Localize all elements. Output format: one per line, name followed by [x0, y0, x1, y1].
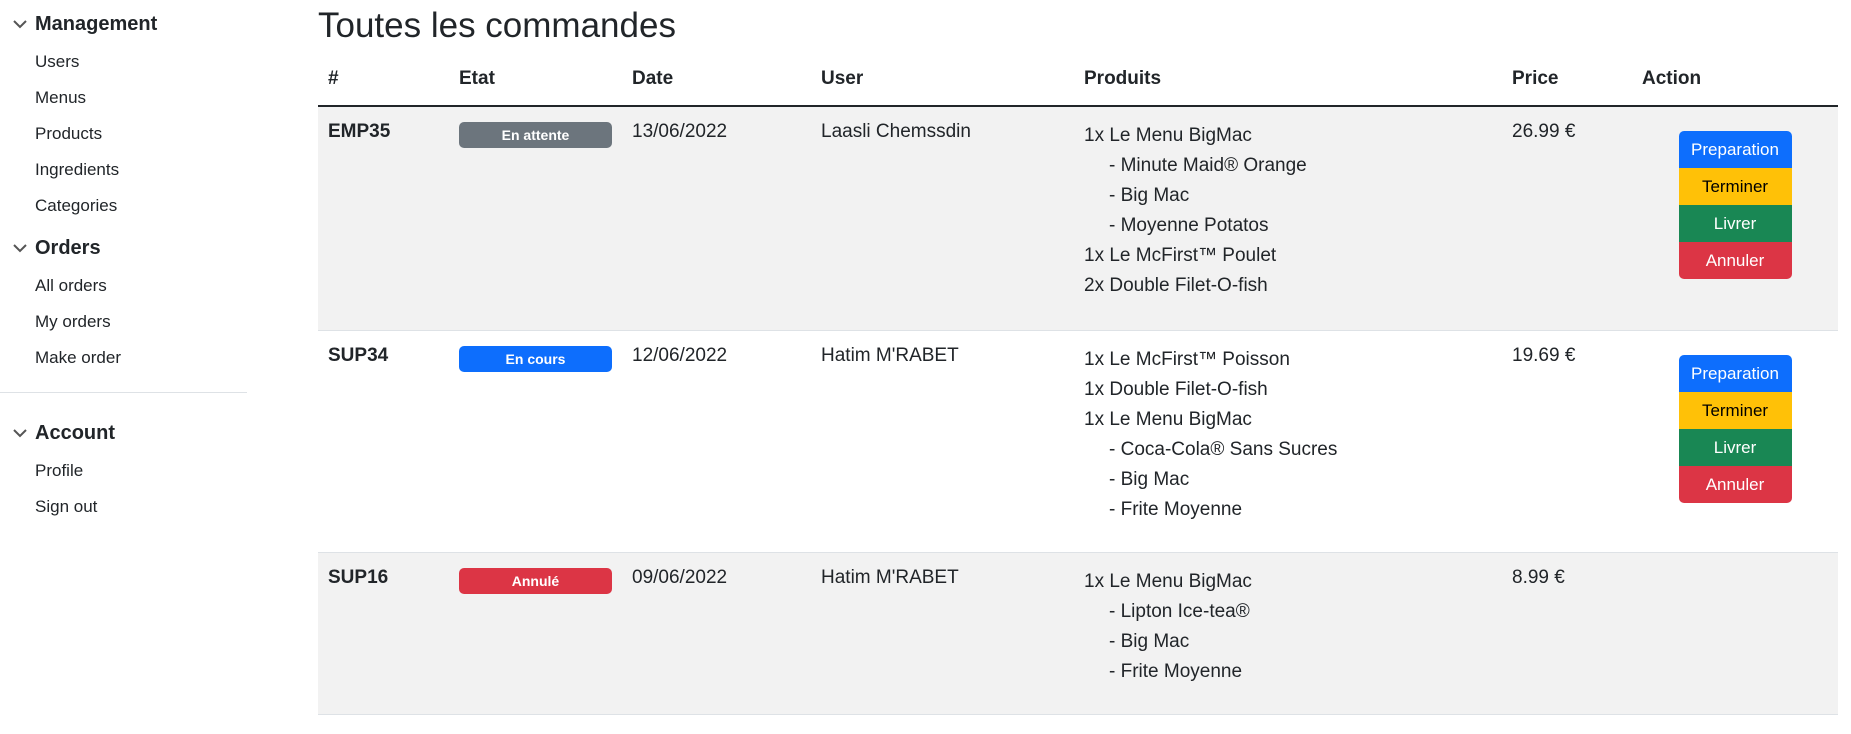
page-title: Toutes les commandes: [318, 6, 676, 45]
product-subline: - Big Mac: [1109, 468, 1190, 490]
preparation-button[interactable]: Preparation: [1678, 131, 1792, 168]
order-products: 1x Le Menu BigMac - Minute Maid® Orange …: [1074, 106, 1502, 331]
status-badge: Annulé: [459, 567, 612, 594]
sidebar-item-menus[interactable]: Menus: [0, 80, 248, 116]
column-header-products: Produits: [1074, 52, 1502, 107]
livrer-button[interactable]: Livrer: [1678, 428, 1792, 466]
order-date: 13/06/2022: [622, 106, 811, 331]
sidebar-item-ingredients[interactable]: Ingredients: [0, 152, 248, 188]
action-button-group: Preparation Terminer Livrer Annuler: [1642, 345, 1828, 503]
order-actions: Preparation Terminer Livrer Annuler: [1632, 330, 1838, 553]
order-user: Hatim M'RABET: [811, 552, 1074, 715]
product-subline: - Big Mac: [1109, 630, 1190, 652]
column-header-action: Action: [1632, 52, 1838, 107]
column-header-price: Price: [1502, 52, 1632, 107]
sidebar-item-profile[interactable]: Profile: [0, 453, 248, 489]
table-header-row: # Etat Date User Produits Price Action: [318, 52, 1838, 107]
order-products: 1x Le Menu BigMac - Lipton Ice-tea® - Bi…: [1074, 552, 1502, 715]
product-line: 1x Le McFirst™ Poisson: [1084, 348, 1290, 370]
order-user: Hatim M'RABET: [811, 330, 1074, 553]
product-line: 1x Le Menu BigMac: [1084, 408, 1252, 430]
product-line: 1x Le Menu BigMac: [1084, 570, 1252, 592]
action-button-group: Preparation Terminer Livrer Annuler: [1642, 121, 1828, 279]
sidebar: Management Users Menus Products Ingredie…: [0, 0, 248, 734]
product-subline: - Coca-Cola® Sans Sucres: [1109, 438, 1338, 460]
order-actions: [1632, 552, 1838, 715]
chevron-down-icon: [13, 244, 27, 253]
sidebar-item-my-orders[interactable]: My orders: [0, 304, 248, 340]
product-line: 2x Double Filet-O-fish: [1084, 275, 1268, 296]
section-title: Account: [35, 421, 115, 444]
account-list: Profile Sign out: [0, 453, 248, 525]
section-account[interactable]: Account: [0, 419, 248, 447]
order-id: SUP16: [318, 552, 449, 715]
product-subline: - Moyenne Potatos: [1109, 215, 1269, 236]
order-price: 26.99 €: [1502, 106, 1632, 331]
order-price: 19.69 €: [1502, 330, 1632, 553]
column-header-id: #: [318, 52, 449, 107]
livrer-button[interactable]: Livrer: [1678, 205, 1792, 242]
status-badge: En cours: [459, 345, 612, 372]
status-cell: En cours: [449, 330, 622, 553]
sidebar-divider: [0, 392, 247, 393]
table-row: EMP35 En attente 13/06/2022 Laasli Chems…: [318, 106, 1838, 331]
section-orders[interactable]: Orders: [0, 234, 248, 262]
management-list: Users Menus Products Ingredients Categor…: [0, 44, 248, 224]
sidebar-item-sign-out[interactable]: Sign out: [0, 489, 248, 525]
order-date: 12/06/2022: [622, 330, 811, 553]
order-products: 1x Le McFirst™ Poisson 1x Double Filet-O…: [1074, 330, 1502, 553]
annuler-button[interactable]: Annuler: [1678, 465, 1792, 503]
product-subline: - Lipton Ice-tea®: [1109, 600, 1250, 622]
column-header-status: Etat: [449, 52, 622, 107]
orders-table: # Etat Date User Produits Price Action E…: [318, 52, 1838, 715]
sidebar-item-users[interactable]: Users: [0, 44, 248, 80]
product-line: 1x Le Menu BigMac: [1084, 125, 1252, 146]
order-actions: Preparation Terminer Livrer Annuler: [1632, 106, 1838, 331]
sidebar-item-make-order[interactable]: Make order: [0, 340, 248, 376]
order-id: SUP34: [318, 330, 449, 553]
annuler-button[interactable]: Annuler: [1678, 242, 1792, 279]
order-user: Laasli Chemssdin: [811, 106, 1074, 331]
product-subline: - Frite Moyenne: [1109, 660, 1243, 682]
terminer-button[interactable]: Terminer: [1678, 391, 1792, 429]
order-id: EMP35: [318, 106, 449, 331]
chevron-down-icon: [13, 429, 27, 438]
sidebar-item-products[interactable]: Products: [0, 116, 248, 152]
section-title: Management: [35, 12, 158, 35]
terminer-button[interactable]: Terminer: [1678, 168, 1792, 205]
status-cell: En attente: [449, 106, 622, 331]
product-line: 1x Double Filet-O-fish: [1084, 378, 1268, 400]
preparation-button[interactable]: Preparation: [1678, 354, 1792, 392]
status-cell: Annulé: [449, 552, 622, 715]
product-line: 1x Le McFirst™ Poulet: [1084, 245, 1277, 266]
table-row: SUP34 En cours 12/06/2022 Hatim M'RABET …: [318, 330, 1838, 553]
status-badge: En attente: [459, 122, 612, 148]
product-subline: - Frite Moyenne: [1109, 498, 1243, 520]
main-content: Toutes les commandes # Etat Date User Pr…: [318, 0, 1842, 734]
column-header-user: User: [811, 52, 1074, 107]
section-management[interactable]: Management: [0, 10, 248, 38]
sidebar-item-categories[interactable]: Categories: [0, 188, 248, 224]
chevron-down-icon: [13, 20, 27, 29]
section-title: Orders: [35, 236, 101, 259]
product-subline: - Big Mac: [1109, 185, 1190, 206]
orders-list: All orders My orders Make order: [0, 268, 248, 376]
order-price: 8.99 €: [1502, 552, 1632, 715]
sidebar-item-all-orders[interactable]: All orders: [0, 268, 248, 304]
table-row: SUP16 Annulé 09/06/2022 Hatim M'RABET 1x…: [318, 552, 1838, 715]
product-subline: - Minute Maid® Orange: [1109, 155, 1307, 176]
column-header-date: Date: [622, 52, 811, 107]
order-date: 09/06/2022: [622, 552, 811, 715]
